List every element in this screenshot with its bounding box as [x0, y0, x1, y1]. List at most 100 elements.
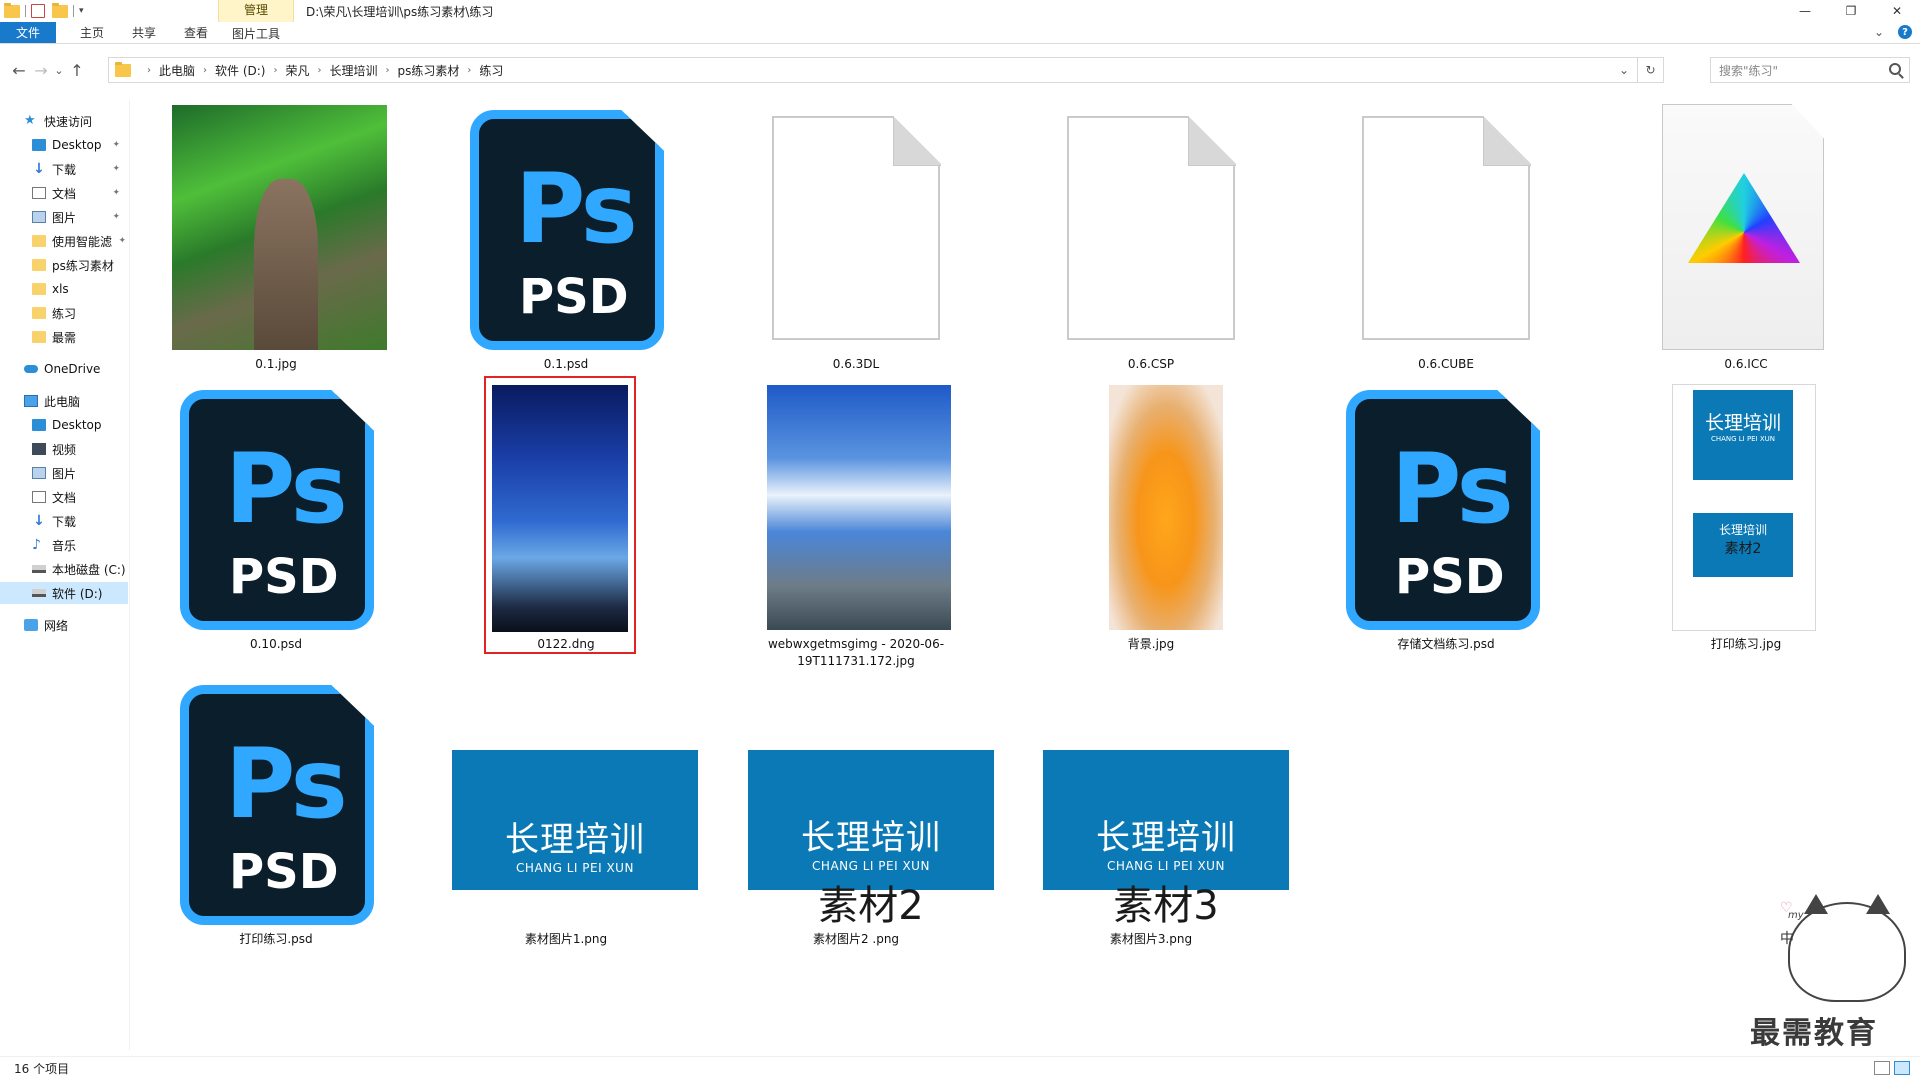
- divider: [25, 5, 26, 17]
- large-icons-view-button[interactable]: [1894, 1061, 1910, 1075]
- nav-pictures[interactable]: 图片 ✦: [32, 206, 128, 228]
- nav-pc-documents[interactable]: 文档: [32, 486, 128, 508]
- pin-icon: ✦: [112, 164, 120, 174]
- nav-pc-videos[interactable]: 视频: [32, 438, 128, 460]
- desktop-icon: [32, 139, 46, 151]
- address-dropdown-button[interactable]: ⌄: [1611, 58, 1637, 82]
- breadcrumb-item[interactable]: 荣凡 ›: [285, 62, 329, 79]
- nav-drive-d[interactable]: 软件 (D:): [0, 582, 128, 604]
- file-item[interactable]: 背景.jpg: [1006, 380, 1296, 670]
- recent-locations-button[interactable]: ⌄: [52, 58, 66, 82]
- nav-drive-c[interactable]: 本地磁盘 (C:): [32, 558, 128, 580]
- search-icon[interactable]: [1889, 63, 1901, 75]
- navigation-pane: ★ 快速访问 Desktop ✦ ↓ 下载 ✦ 文档 ✦ 图片 ✦ 使用智能滤 …: [0, 100, 130, 1050]
- search-input[interactable]: 搜索"练习": [1710, 57, 1910, 83]
- file-item[interactable]: 0.6.3DL: [711, 100, 1001, 380]
- file-item[interactable]: Ps PSD 打印练习.psd: [131, 675, 421, 946]
- file-item[interactable]: 0122.dng: [421, 376, 711, 670]
- network-icon: [24, 619, 38, 631]
- nav-this-pc[interactable]: 此电脑: [24, 390, 128, 412]
- file-item[interactable]: 0.6.ICC: [1601, 100, 1891, 380]
- folder-icon: [32, 235, 46, 247]
- input-method-indicator: 中: [1780, 931, 1794, 947]
- nav-smart-filter[interactable]: 使用智能滤 ✦: [32, 230, 128, 252]
- file-item[interactable]: webwxgetmsgimg - 2020-06-19T111731.172.j…: [711, 380, 1001, 670]
- tab-home[interactable]: 主页: [66, 22, 118, 43]
- nav-pc-music[interactable]: ♪ 音乐: [32, 534, 128, 556]
- nav-downloads[interactable]: ↓ 下载 ✦: [32, 158, 128, 180]
- nav-zuixu[interactable]: 最需: [32, 326, 128, 348]
- file-name: 打印练习.jpg: [1710, 637, 1782, 651]
- breadcrumb-item[interactable]: 软件 (D:) ›: [215, 62, 285, 79]
- nav-network[interactable]: 网络: [24, 614, 128, 636]
- file-item[interactable]: Ps PSD 0.10.psd: [131, 380, 421, 670]
- tab-view[interactable]: 查看: [170, 22, 222, 43]
- file-name: 背景.jpg: [1127, 637, 1175, 651]
- close-button[interactable]: ✕: [1874, 0, 1920, 22]
- file-item[interactable]: Ps PSD 0.1.psd: [421, 100, 711, 380]
- breadcrumb-item[interactable]: ps练习素材 ›: [398, 62, 480, 79]
- file-name: 0122.dng: [537, 637, 595, 651]
- nav-documents[interactable]: 文档 ✦: [32, 182, 128, 204]
- nav-practice[interactable]: 练习: [32, 302, 128, 324]
- nav-ps-materials[interactable]: ps练习素材: [32, 254, 128, 276]
- tab-picture-tools[interactable]: 图片工具: [218, 22, 294, 44]
- file-item[interactable]: 长理培训 CHANG LI PEI XUN 长理培训 素材2 打印练习.jpg: [1601, 380, 1891, 670]
- properties-icon[interactable]: [31, 4, 45, 18]
- breadcrumb-item[interactable]: 此电脑 ›: [159, 62, 215, 79]
- nav-desktop[interactable]: Desktop ✦: [32, 134, 128, 156]
- file-item[interactable]: 长理培训 CHANG LI PEI XUN 素材2 素材图片2 .png: [711, 675, 1001, 946]
- nav-pc-desktop[interactable]: Desktop: [32, 414, 128, 436]
- tab-share[interactable]: 共享: [118, 22, 170, 43]
- context-tab-group-label: 管理: [243, 3, 268, 17]
- tab-file[interactable]: 文件: [0, 22, 56, 43]
- nav-pc-pictures[interactable]: 图片: [32, 462, 128, 484]
- address-bar[interactable]: › 此电脑 › 软件 (D:) › 荣凡 › 长理培训 › ps练习素材 › 练习 ⌄ ↻: [108, 57, 1664, 83]
- file-item[interactable]: 长理培训 CHANG LI PEI XUN 素材图片1.png: [421, 675, 711, 946]
- refresh-button[interactable]: ↻: [1637, 58, 1663, 82]
- window-controls: — ❐ ✕: [1782, 0, 1920, 22]
- nav-pc-downloads[interactable]: ↓ 下载: [32, 510, 128, 532]
- file-name: 0.1.psd: [543, 357, 589, 371]
- customize-toolbar-icon[interactable]: ▾: [79, 6, 84, 16]
- color-profile-icon: [1662, 104, 1824, 350]
- download-icon: ↓: [33, 161, 45, 177]
- item-count: 16 个项目: [14, 1062, 70, 1076]
- pictures-icon: [32, 467, 46, 479]
- forward-button[interactable]: →: [30, 58, 52, 82]
- back-button[interactable]: ←: [8, 58, 30, 82]
- file-item[interactable]: 长理培训 CHANG LI PEI XUN 素材3 素材图片3.png: [1006, 675, 1296, 946]
- nav-xls[interactable]: xls: [32, 278, 128, 300]
- collapse-ribbon-icon[interactable]: ⌄: [1874, 25, 1884, 39]
- pin-icon: ✦: [112, 188, 120, 198]
- file-name: 0.6.CUBE: [1418, 357, 1474, 371]
- up-button[interactable]: ↑: [66, 58, 88, 82]
- ribbon-right-controls: ⌄ ?: [1874, 25, 1912, 39]
- watermark-my: my: [1788, 910, 1804, 921]
- search-placeholder: 搜索"练习": [1719, 63, 1779, 78]
- image-thumbnail: [1109, 385, 1223, 630]
- nav-quick-access[interactable]: ★ 快速访问: [24, 110, 128, 132]
- folder-icon: [115, 61, 131, 77]
- file-item[interactable]: 0.1.jpg: [131, 100, 421, 380]
- nav-onedrive[interactable]: OneDrive: [24, 358, 128, 380]
- help-icon[interactable]: ?: [1898, 25, 1912, 39]
- file-item[interactable]: 0.6.CSP: [1006, 100, 1296, 380]
- view-toggle: [1874, 1061, 1910, 1075]
- minimize-button[interactable]: —: [1782, 0, 1828, 22]
- navigation-bar: ← → ⌄ ↑ › 此电脑 › 软件 (D:) › 荣凡 › 长理培训 › ps练习素材…: [0, 52, 1920, 88]
- maximize-button[interactable]: ❐: [1828, 0, 1874, 22]
- breadcrumb-item[interactable]: 长理培训 ›: [330, 62, 398, 79]
- file-item[interactable]: 0.6.CUBE: [1301, 100, 1591, 380]
- breadcrumb-item[interactable]: 练习: [479, 62, 503, 79]
- photoshop-file-icon: Ps PSD: [180, 685, 374, 925]
- photoshop-file-icon: Ps PSD: [180, 390, 374, 630]
- title-bar: ▾ 管理 D:\荣凡\长理培训\ps练习素材\练习 — ❐ ✕: [0, 0, 1920, 44]
- details-view-button[interactable]: [1874, 1061, 1890, 1075]
- file-name: 存储文档练习.psd: [1397, 637, 1495, 651]
- new-folder-icon[interactable]: [52, 2, 68, 18]
- download-icon: ↓: [33, 513, 45, 529]
- photoshop-file-icon: Ps PSD: [1346, 390, 1540, 630]
- folder-icon: [32, 283, 46, 295]
- file-item[interactable]: Ps PSD 存储文档练习.psd: [1301, 380, 1591, 670]
